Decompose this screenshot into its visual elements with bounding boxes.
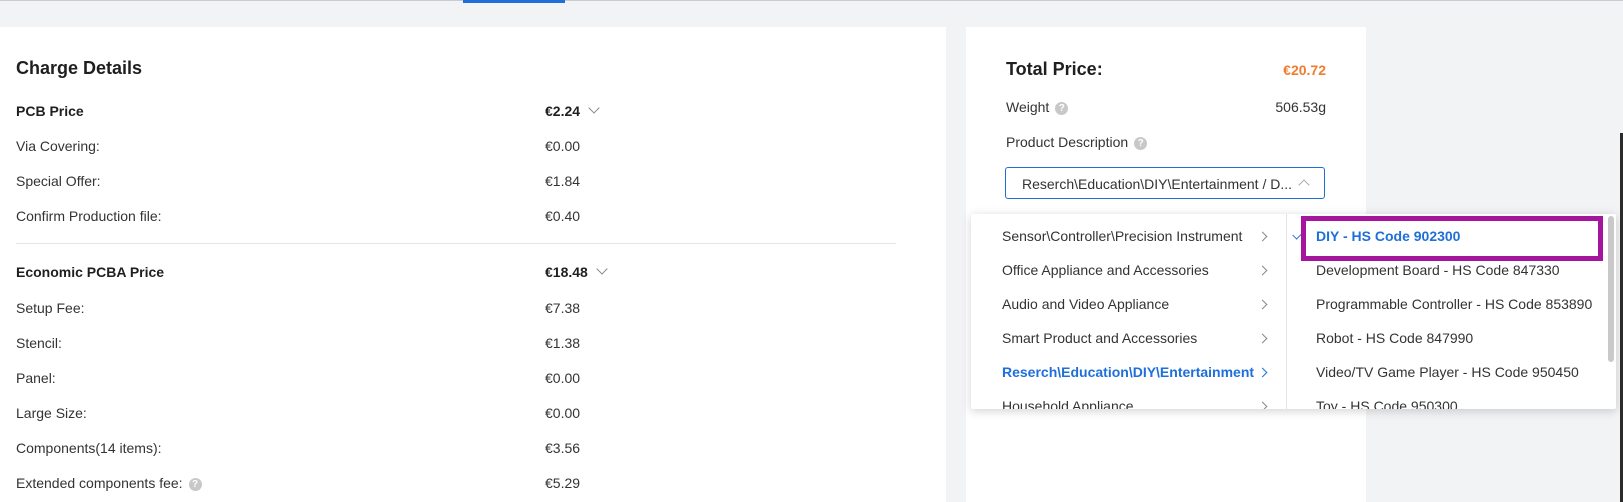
stencil-value: €1.38 xyxy=(545,335,581,351)
total-price-value: €20.72 xyxy=(1283,62,1326,78)
via-covering-value: €0.00 xyxy=(545,138,581,154)
panel-value: €0.00 xyxy=(545,370,581,386)
category-option-selected[interactable]: Reserch\Education\DIY\Entertainment xyxy=(971,355,1286,389)
category-option[interactable]: Sensor\Controller\Precision Instrument xyxy=(971,219,1286,253)
large-size-label: Large Size: xyxy=(16,405,87,421)
special-offer-label: Special Offer: xyxy=(16,173,101,189)
components-label: Components(14 items): xyxy=(16,440,162,456)
components-value: €3.56 xyxy=(545,440,581,456)
subcategory-option-label: Development Board - HS Code 847330 xyxy=(1316,262,1560,278)
weight-value: 506.53g xyxy=(1275,99,1326,115)
subcategory-option-selected[interactable]: DIY - HS Code 902300 xyxy=(1287,219,1616,253)
pcb-price-label: PCB Price xyxy=(16,103,84,119)
weight-row: Weight? xyxy=(1006,99,1069,116)
extended-components-fee-value: €5.29 xyxy=(545,475,581,491)
subcategory-option[interactable]: Programmable Controller - HS Code 853890 xyxy=(1287,287,1616,321)
extended-components-fee-label: Extended components fee: xyxy=(16,475,183,491)
category-option[interactable]: Audio and Video Appliance xyxy=(971,287,1286,321)
confirm-production-file-label: Confirm Production file: xyxy=(16,208,162,224)
help-icon[interactable]: ? xyxy=(1134,137,1148,150)
subcategory-option-label: DIY - HS Code 902300 xyxy=(1316,228,1461,244)
economic-pcba-price-toggle[interactable]: €18.48 xyxy=(545,263,608,280)
product-description-row: Product Description? xyxy=(1006,134,1148,151)
top-border xyxy=(0,0,1623,1)
chevron-down-icon xyxy=(596,263,608,275)
chevron-right-icon xyxy=(1257,299,1268,310)
category-option-label: Smart Product and Accessories xyxy=(1002,330,1198,346)
economic-pcba-price-label: Economic PCBA Price xyxy=(16,264,165,280)
charge-details-title: Charge Details xyxy=(16,58,143,78)
total-price-label: Total Price: xyxy=(1006,59,1103,79)
product-description-label: Product Description xyxy=(1006,134,1129,150)
help-icon[interactable]: ? xyxy=(1055,102,1069,115)
section-divider xyxy=(16,243,896,244)
chevron-up-icon xyxy=(1298,179,1310,191)
category-option-label: Sensor\Controller\Precision Instrument xyxy=(1002,228,1243,244)
via-covering-label: Via Covering: xyxy=(16,138,100,154)
chevron-right-icon xyxy=(1257,265,1268,276)
chevron-right-icon xyxy=(1257,333,1268,344)
subcategory-option[interactable]: Video/TV Game Player - HS Code 950450 xyxy=(1287,355,1616,389)
product-description-select[interactable]: Reserch\Education\DIY\Entertainment / D.… xyxy=(1005,167,1325,199)
setup-fee-label: Setup Fee: xyxy=(16,300,85,316)
dropdown-scrollbar[interactable] xyxy=(1608,216,1614,362)
subcategory-option-label: Robot - HS Code 847990 xyxy=(1316,330,1474,346)
subcategory-option[interactable]: Development Board - HS Code 847330 xyxy=(1287,253,1616,287)
economic-pcba-price-value: €18.48 xyxy=(545,264,588,280)
category-option-label: Household Appliance xyxy=(1002,398,1134,409)
chevron-right-icon xyxy=(1257,231,1268,242)
pcb-price-toggle[interactable]: €2.24 xyxy=(545,102,600,119)
help-icon[interactable]: ? xyxy=(188,478,202,491)
category-cascader-dropdown: Sensor\Controller\Precision Instrument O… xyxy=(971,214,1616,409)
category-column: Sensor\Controller\Precision Instrument O… xyxy=(971,214,1287,409)
category-option[interactable]: Office Appliance and Accessories xyxy=(971,253,1286,287)
chevron-down-icon xyxy=(588,102,600,114)
subcategory-option[interactable]: Toy - HS Code 950300 xyxy=(1287,389,1616,409)
panel-label: Panel: xyxy=(16,370,56,386)
chevron-right-icon xyxy=(1257,401,1268,409)
extended-components-fee-row: Extended components fee:? xyxy=(16,475,202,492)
setup-fee-value: €7.38 xyxy=(545,300,581,316)
active-tab-indicator xyxy=(463,0,565,3)
category-option-label: Audio and Video Appliance xyxy=(1002,296,1170,312)
subcategory-option-label: Programmable Controller - HS Code 853890 xyxy=(1316,296,1593,312)
category-option[interactable]: Smart Product and Accessories xyxy=(971,321,1286,355)
category-option[interactable]: Household Appliance xyxy=(971,389,1286,409)
check-icon xyxy=(1292,228,1304,240)
pcb-price-value: €2.24 xyxy=(545,103,581,119)
subcategory-option[interactable]: Robot - HS Code 847990 xyxy=(1287,321,1616,355)
confirm-production-file-value: €0.40 xyxy=(545,208,581,224)
special-offer-value: €1.84 xyxy=(545,173,581,189)
category-option-label: Reserch\Education\DIY\Entertainment xyxy=(1002,364,1255,380)
large-size-value: €0.00 xyxy=(545,405,581,421)
subcategory-option-label: Toy - HS Code 950300 xyxy=(1316,398,1458,409)
subcategory-column: DIY - HS Code 902300 Development Board -… xyxy=(1287,214,1616,409)
chevron-right-icon xyxy=(1257,367,1268,378)
category-option-label: Office Appliance and Accessories xyxy=(1002,262,1209,278)
stencil-label: Stencil: xyxy=(16,335,62,351)
product-description-select-value: Reserch\Education\DIY\Entertainment / D.… xyxy=(1022,176,1292,192)
subcategory-option-label: Video/TV Game Player - HS Code 950450 xyxy=(1316,364,1579,380)
weight-label: Weight xyxy=(1006,99,1050,115)
